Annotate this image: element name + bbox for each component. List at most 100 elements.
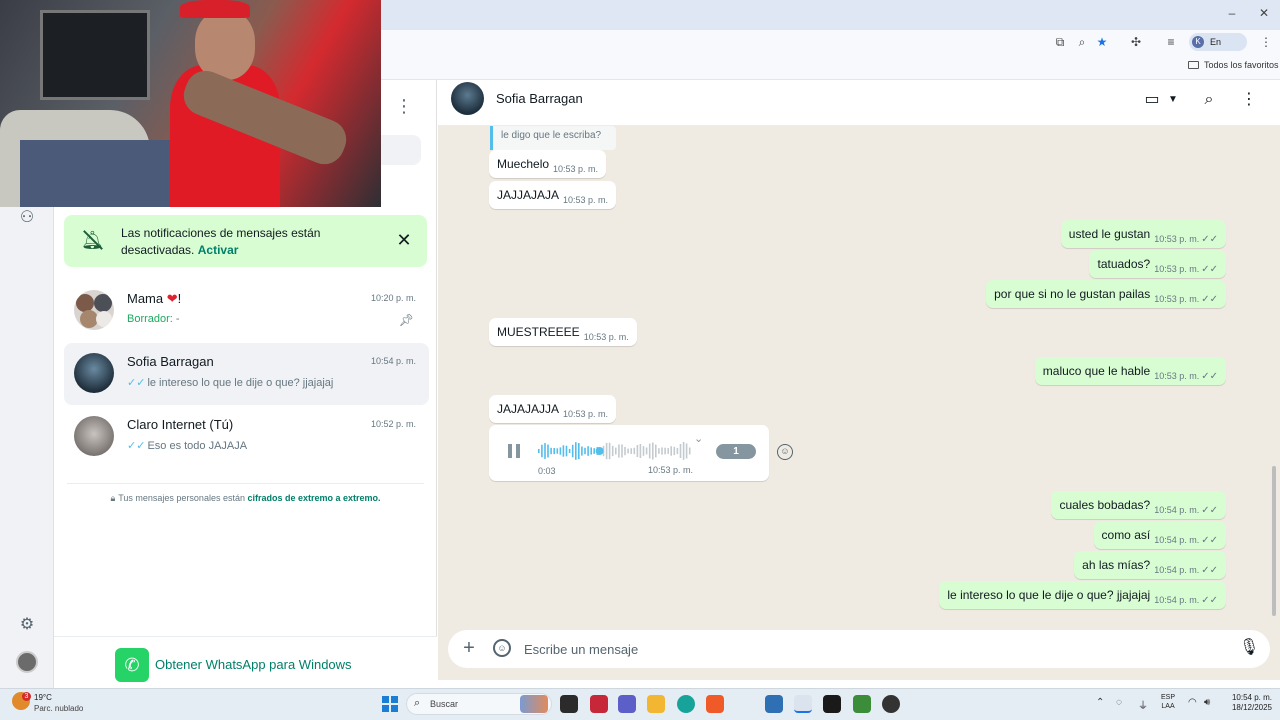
app-red-icon[interactable] xyxy=(590,695,608,713)
message-text: JAJAJAJJA xyxy=(497,402,560,416)
task-view-icon[interactable] xyxy=(560,695,578,713)
message-outgoing[interactable]: ah las mías? 10:54 p. m. ✓✓ xyxy=(1074,551,1226,579)
webcam-window-shape xyxy=(40,10,150,100)
playhead-dot[interactable] xyxy=(595,447,604,455)
encryption-note: 🔒︎ Tus mensajes personales están cifrados… xyxy=(54,493,437,504)
store-icon[interactable] xyxy=(765,695,783,713)
taskbar-search-label: Buscar xyxy=(430,699,459,709)
edge-icon[interactable] xyxy=(677,695,695,713)
encryption-link[interactable]: cifrados de extremo a extremo. xyxy=(247,493,380,503)
volume-icon[interactable]: 🔊︎ xyxy=(1204,697,1210,708)
list-menu-icon[interactable]: ⋮ xyxy=(395,96,413,117)
waveform-bar xyxy=(633,447,636,455)
message-text: por que si no le gustan pailas xyxy=(994,287,1151,301)
tradingview-icon[interactable] xyxy=(823,695,841,713)
chevron-down-icon[interactable]: ▼ xyxy=(1163,90,1183,110)
profile-button[interactable]: K En pausa xyxy=(1189,33,1247,65)
minimize-icon[interactable]: – xyxy=(1222,6,1242,20)
message-outgoing[interactable]: como así 10:54 p. m. ✓✓ xyxy=(1093,521,1226,549)
message-incoming[interactable]: MUESTREEEE 10:53 p. m. xyxy=(489,318,637,346)
message-time: 10:53 p. m. xyxy=(583,332,629,342)
profile-avatar-rail[interactable] xyxy=(16,651,38,673)
settings-icon[interactable]: ⚙ xyxy=(17,615,37,635)
video-call-icon[interactable]: ▭ xyxy=(1142,90,1162,110)
waveform-bar xyxy=(590,447,592,455)
get-app-banner[interactable]: ✆ Obtener WhatsApp para Windows xyxy=(54,636,437,688)
waveform-bar xyxy=(627,448,629,454)
sticker-icon[interactable]: ☺ xyxy=(493,639,511,657)
webcam-bed-shape xyxy=(20,140,180,207)
message-incoming[interactable]: JAJAJAJJA 10:53 p. m. xyxy=(489,395,617,423)
search-highlight-icon[interactable] xyxy=(520,695,548,713)
conversation-menu-icon[interactable]: ⋮ xyxy=(1239,90,1259,110)
microphone-icon[interactable]: 🎙︎ xyxy=(1239,638,1259,658)
tray-app-icon[interactable]: ◌ xyxy=(1116,697,1122,708)
message-outgoing[interactable]: cuales bobadas? 10:54 p. m. ✓✓ xyxy=(1051,491,1226,519)
app-dark-icon[interactable] xyxy=(882,695,900,713)
all-bookmarks-button[interactable]: Todos los favoritos xyxy=(1188,60,1279,70)
close-window-icon[interactable]: ✕ xyxy=(1254,6,1274,20)
windows-start-icon[interactable] xyxy=(382,696,398,712)
message-incoming[interactable]: Muechelo 10:53 p. m. xyxy=(489,150,607,178)
tray-chevron-icon[interactable]: ⌃ xyxy=(1096,697,1104,708)
chat-item-sofia-barragan[interactable]: Sofia Barragan 10:54 p. m. ✓✓ le intereso… xyxy=(64,343,429,405)
lock-icon: 🔒︎ xyxy=(110,493,116,503)
waveform-bar xyxy=(565,445,568,457)
language-indicator[interactable]: ESP LAA xyxy=(1161,693,1175,711)
message-input[interactable] xyxy=(524,640,1214,658)
weather-temp[interactable]: 19°C xyxy=(34,693,52,702)
voice-waveform[interactable] xyxy=(538,440,692,462)
message-outgoing[interactable]: le intereso lo que le dije o que? jjajaj… xyxy=(939,581,1226,609)
contact-name[interactable]: Sofia Barragan xyxy=(496,91,583,106)
voice-message[interactable]: ⌄ 1 0:03 10:53 p. m. xyxy=(489,425,769,481)
wifi-icon[interactable]: ◠ xyxy=(1188,697,1197,708)
browser-menu-icon[interactable]: ⋮ xyxy=(1258,34,1274,50)
message-incoming[interactable]: JAJJAJAJA 10:53 p. m. xyxy=(489,181,617,209)
activate-notifications-link[interactable]: Activar xyxy=(198,243,239,257)
message-outgoing[interactable]: tatuados? 10:53 p. m. ✓✓ xyxy=(1089,250,1226,278)
file-explorer-icon[interactable] xyxy=(647,695,665,713)
waveform-bar xyxy=(652,442,654,460)
extensions-icon[interactable]: ✣ xyxy=(1128,34,1144,50)
conversation-header[interactable]: Sofia Barragan ▭ ▼ ⌕ ⋮ xyxy=(438,80,1280,126)
message-outgoing[interactable]: usted le gustan 10:53 p. m. ✓✓ xyxy=(1060,220,1226,248)
message-outgoing[interactable]: por que si no le gustan pailas 10:53 p. m… xyxy=(986,280,1226,308)
chat-preview-text: le intereso lo que le dije o que? jjajaj… xyxy=(147,377,334,389)
install-app-icon[interactable]: ⧉ xyxy=(1052,34,1068,50)
teams-icon[interactable] xyxy=(618,695,636,713)
avatar[interactable] xyxy=(451,82,484,115)
waveform-bar xyxy=(605,442,608,460)
bookmark-star-icon[interactable]: ★ xyxy=(1094,34,1110,50)
message-text: tatuados? xyxy=(1097,257,1151,271)
webcam-cap-shape xyxy=(180,0,250,18)
chat-search-field[interactable] xyxy=(381,135,421,165)
chat-item-mama[interactable]: Mama ❤! 10:20 p. m. Borrador: - 📌︎ xyxy=(64,280,429,342)
brave-icon[interactable] xyxy=(706,695,724,713)
message-time: 10:53 p. m. xyxy=(1154,371,1200,381)
pause-icon[interactable] xyxy=(508,444,522,458)
read-ticks-icon: ✓✓ xyxy=(1201,234,1218,245)
chevron-down-icon[interactable]: ⌄ xyxy=(694,432,703,445)
app-green-icon[interactable] xyxy=(853,695,871,713)
media-controls-icon[interactable]: ≡ xyxy=(1163,34,1179,50)
waveform-bar xyxy=(685,443,688,459)
system-clock[interactable]: 10:54 p. m. 18/12/2025 xyxy=(1226,693,1272,713)
search-icon[interactable]: ⌕ xyxy=(1199,90,1219,110)
usb-icon[interactable]: ⏚ xyxy=(1138,697,1148,712)
communities-icon[interactable]: ⚇ xyxy=(17,208,37,228)
chat-item-claro-internet[interactable]: Claro Internet (Tú) 10:52 p. m. ✓✓ Eso es… xyxy=(64,406,429,468)
attach-plus-icon[interactable]: + xyxy=(460,638,478,658)
emoji-react-icon[interactable]: ☺ xyxy=(777,444,793,460)
conversation-scrollbar[interactable] xyxy=(1272,466,1276,616)
waveform-bar xyxy=(556,448,559,454)
message-outgoing[interactable]: maluco que le hable 10:53 p. m. ✓✓ xyxy=(1034,357,1226,385)
quoted-message[interactable]: le digo que le escriba? xyxy=(490,126,616,150)
weather-desc[interactable]: Parc. nublado xyxy=(34,704,83,713)
whatsapp-logo-icon: ✆ xyxy=(115,648,149,682)
close-icon[interactable]: ✕ xyxy=(395,229,413,251)
chrome-icon[interactable] xyxy=(794,695,812,713)
message-text: como así xyxy=(1101,528,1151,542)
message-time: 10:53 p. m. xyxy=(563,409,609,419)
playback-speed-button[interactable]: 1 xyxy=(716,444,756,459)
zoom-icon[interactable]: ⌕ xyxy=(1074,34,1090,50)
